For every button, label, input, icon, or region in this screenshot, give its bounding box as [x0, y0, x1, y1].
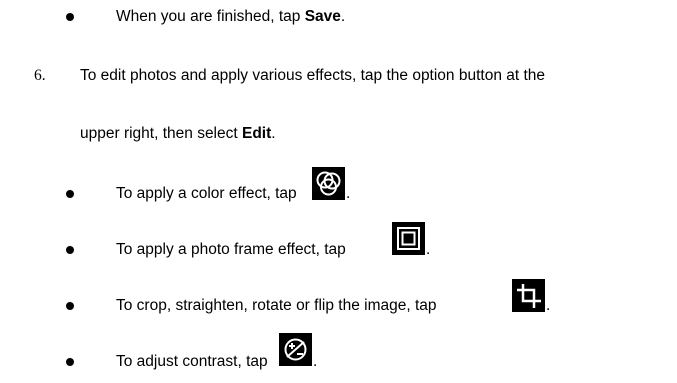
step6-line2-suffix: .	[271, 125, 276, 142]
crop-icon	[512, 279, 545, 312]
color-effect-suffix: .	[346, 185, 351, 202]
bullet-save	[66, 13, 74, 21]
bullet-crop	[66, 302, 74, 310]
step6-line1: To edit photos and apply various effects…	[80, 67, 546, 84]
step-number: 6.	[34, 67, 46, 84]
edit-keyword: Edit	[242, 125, 272, 142]
step6-line2-text: upper right, then select	[80, 125, 242, 142]
contrast-suffix: .	[313, 353, 318, 370]
crop-instruction: To crop, straighten, rotate or flip the …	[116, 297, 437, 314]
save-keyword: Save	[304, 8, 341, 25]
contrast-instruction: To adjust contrast, tap	[116, 353, 268, 370]
frame-icon	[392, 222, 425, 255]
save-instruction-text: When you are finished, tap	[116, 8, 305, 25]
bullet-contrast	[66, 358, 74, 366]
save-instruction: When you are finished, tap Save.	[116, 7, 345, 27]
bullet-color-effect	[66, 190, 74, 198]
frame-effect-suffix: .	[426, 241, 431, 258]
color-effect-instruction: To apply a color effect, tap	[116, 185, 297, 202]
step6-line2: upper right, then select Edit.	[80, 124, 276, 144]
frame-effect-instruction: To apply a photo frame effect, tap	[116, 241, 346, 258]
save-instruction-suffix: .	[340, 8, 346, 25]
crop-suffix: .	[546, 297, 551, 314]
color-effect-icon	[312, 167, 345, 200]
bullet-frame-effect	[66, 246, 74, 254]
contrast-icon	[279, 333, 312, 366]
